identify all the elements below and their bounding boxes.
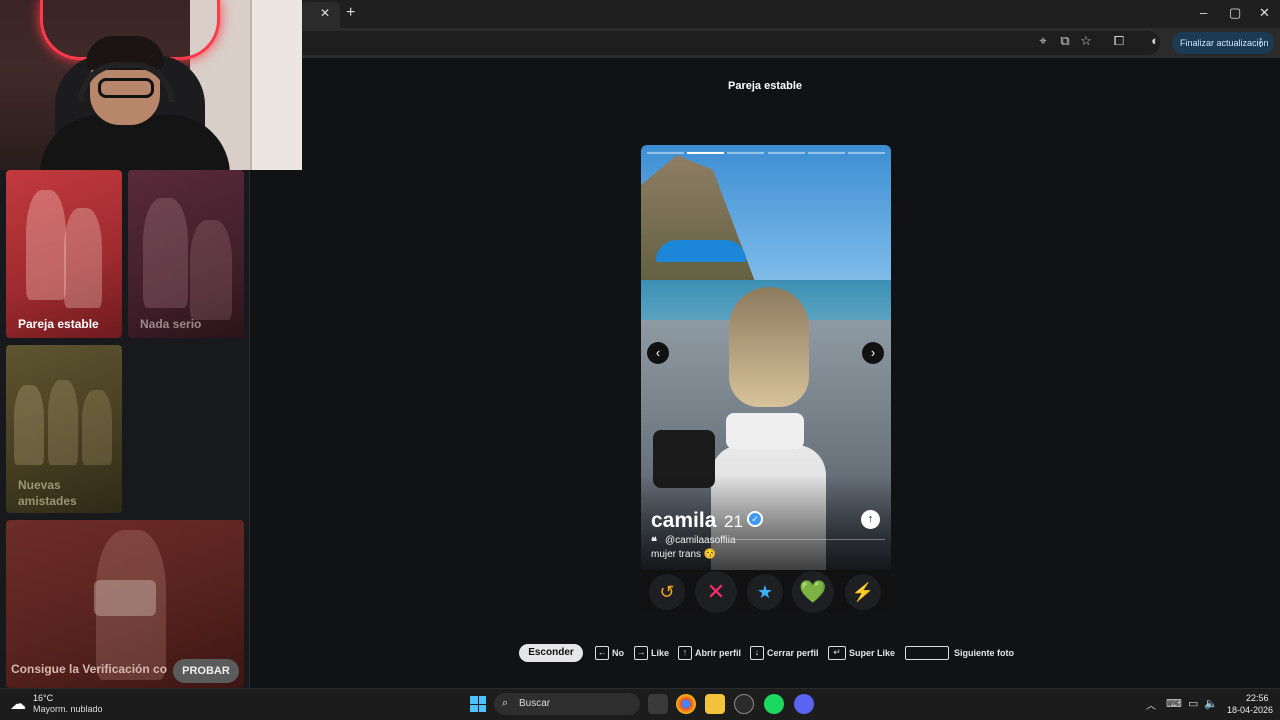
rewind-button[interactable]: ↺ (649, 574, 685, 610)
photo-progress-segment (647, 152, 685, 154)
profile-handle: @camilaasoffiia (665, 535, 736, 546)
friends-image-2 (48, 380, 78, 465)
new-tab-button[interactable]: + (346, 4, 355, 22)
clock-date[interactable]: 18-04-2026 (1227, 705, 1273, 715)
photo-umbrella (656, 240, 746, 262)
task-view-icon[interactable] (648, 694, 668, 714)
down-arrow-key-icon: ↓ (750, 646, 764, 660)
tab-close-icon[interactable]: ✕ (320, 6, 330, 20)
next-photo-button[interactable]: › (862, 342, 884, 364)
enter-key-icon: ↵ (828, 646, 846, 660)
left-arrow-key-icon: ← (595, 646, 609, 660)
photo-progress-segment (767, 152, 805, 154)
file-explorer-icon[interactable] (705, 694, 725, 714)
weather-temperature[interactable]: 16°C (33, 693, 53, 703)
open-profile-arrow-icon[interactable]: ↑ (861, 510, 880, 529)
close-window-button[interactable]: ✕ (1259, 5, 1270, 21)
install-app-icon[interactable]: ⧉ (1056, 33, 1074, 49)
prev-photo-button[interactable]: ‹ (647, 342, 669, 364)
card-nada-serio[interactable]: Nada serio (128, 170, 244, 338)
photo-progress-segment (727, 152, 765, 154)
more-options-icon[interactable]: ⋮ (1255, 32, 1266, 54)
photo-person-top (726, 413, 804, 449)
camera-icon (94, 580, 156, 616)
profile-age: 21 (724, 512, 743, 531)
card-nuevas-amistades[interactable]: Nuevas amistades (6, 345, 122, 513)
show-hidden-icons[interactable]: ︿ (1146, 697, 1156, 712)
shortcut-no-label: No (612, 648, 624, 658)
volume-icon[interactable]: 🔈 (1204, 697, 1218, 710)
shortcut-open-profile-label: Abrir perfil (695, 648, 742, 658)
hide-shortcuts-button[interactable]: Esconder (519, 644, 583, 662)
divider (735, 539, 885, 540)
friends-image-3 (82, 390, 112, 465)
weather-description[interactable]: Mayorm. nublado (33, 704, 103, 714)
minimize-button[interactable]: – (1200, 5, 1207, 20)
right-arrow-key-icon: → (634, 646, 648, 660)
search-icon: ⌕ (502, 697, 509, 709)
card-label: Consigue la Verificación co (11, 662, 168, 676)
language-icon[interactable]: ⌨ (1166, 697, 1182, 710)
couple-image (26, 190, 66, 300)
friends-image (14, 385, 44, 465)
space-key-icon (905, 646, 949, 660)
quote-icon: ❝ (651, 536, 657, 548)
taskbar-search-input[interactable] (494, 693, 640, 715)
photo-progress-segment (847, 152, 885, 154)
chrome-icon[interactable] (676, 694, 696, 714)
search-placeholder: Buscar (519, 698, 551, 709)
card-label: Pareja estable (18, 317, 99, 331)
couple-image (143, 198, 188, 308)
spotify-icon[interactable] (764, 694, 784, 714)
webcam-glasses (98, 78, 154, 98)
webcam-overlay (0, 0, 302, 170)
update-button[interactable]: Finalizar actualización ⋮ (1172, 32, 1274, 54)
couple-image-2 (64, 208, 102, 308)
clock-time[interactable]: 22:56 (1246, 693, 1269, 703)
boost-button[interactable]: ⚡ (845, 574, 881, 610)
shortcut-like-label: Like (651, 648, 670, 658)
app-icon[interactable] (734, 694, 754, 714)
location-icon[interactable]: ⌖ (1034, 33, 1052, 49)
webcam-door (250, 0, 302, 170)
card-label: Nuevas amistades (18, 478, 77, 508)
discord-icon[interactable] (794, 694, 814, 714)
page-title: Pareja estable (728, 80, 802, 92)
like-button[interactable]: 💚 (792, 571, 834, 613)
photo-progress-segment (807, 152, 845, 154)
profile-name: camila (651, 509, 717, 532)
maximize-button[interactable]: ▢ (1229, 5, 1241, 21)
verified-badge-icon: ✓ (747, 511, 763, 527)
network-icon[interactable]: ▭ (1188, 697, 1198, 710)
profile-bio: mujer trans 😚 (651, 549, 717, 560)
weather-cloud-icon[interactable]: ☁ (10, 694, 26, 714)
shortcut-super-like-label: Super Like (849, 648, 896, 658)
address-bar[interactable] (290, 31, 1160, 55)
up-arrow-key-icon: ↑ (678, 646, 692, 660)
windows-start-icon[interactable] (470, 696, 486, 712)
taskbar (0, 688, 1280, 720)
photo-progress-segment (687, 152, 725, 154)
extensions-icon[interactable]: ⧠ (1110, 33, 1128, 49)
super-like-button[interactable]: ★ (747, 574, 783, 610)
couple-image-2 (190, 220, 232, 320)
profile-avatar-icon[interactable]: ◐ (1146, 33, 1164, 48)
shortcut-next-photo-label: Siguiente foto (954, 648, 1014, 658)
shortcut-close-profile-label: Cerrar perfil (767, 648, 819, 658)
card-label: Nada serio (140, 317, 202, 331)
probar-button[interactable]: PROBAR (173, 659, 239, 683)
card-pareja-estable[interactable]: Pareja estable (6, 170, 122, 338)
photo-person-hair (729, 287, 809, 407)
nope-button[interactable]: ✕ (695, 571, 737, 613)
bookmark-star-icon[interactable]: ☆ (1077, 33, 1095, 49)
